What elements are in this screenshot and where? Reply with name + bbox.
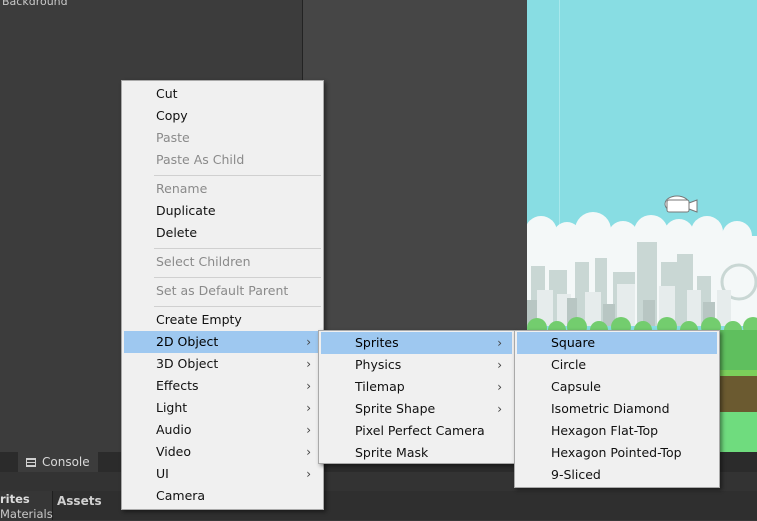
menu-item-sprite-mask[interactable]: Sprite Mask [321,442,512,464]
menu-item-label: 2D Object [156,334,219,349]
menu-item-circle[interactable]: Circle [517,354,717,376]
menu-item-label: Audio [156,422,192,437]
menu-item-label: Pixel Perfect Camera [355,423,485,438]
menu-separator [154,248,321,249]
menu-item-label: Cut [156,86,178,101]
menu-item-rename[interactable]: Rename [124,178,321,200]
menu-item-sprite-shape[interactable]: Sprite Shape › [321,398,512,420]
menu-item-label: Sprite Shape [355,401,436,416]
menu-item-label: Delete [156,225,198,240]
chevron-right-icon: › [306,445,311,459]
menu-item-label: Effects [156,378,199,393]
menu-separator [154,175,321,176]
submenu-2d-object: Sprites › Physics › Tilemap › Sprite Shape ›… [318,330,515,464]
hierarchy-context-menu: Cut Copy Paste Paste As Child Rename Dup… [121,80,324,510]
hierarchy-item-background[interactable]: Background [0,0,68,5]
chevron-right-icon: › [306,423,311,437]
menu-item-duplicate[interactable]: Duplicate [124,200,321,222]
menu-item-9-sliced[interactable]: 9-Sliced [517,464,717,486]
menu-item-video[interactable]: Video › [124,441,321,463]
chevron-right-icon: › [306,379,311,393]
menu-item-label: Rename [156,181,208,196]
menu-item-label: Create Empty [156,312,242,327]
menu-item-set-default-parent[interactable]: Set as Default Parent [124,280,321,302]
menu-item-copy[interactable]: Copy [124,105,321,127]
menu-item-label: Hexagon Flat-Top [551,423,659,438]
menu-item-3d-object[interactable]: 3D Object › [124,353,321,375]
menu-item-select-children[interactable]: Select Children [124,251,321,273]
menu-item-label: Select Children [156,254,251,269]
menu-item-paste[interactable]: Paste [124,127,321,149]
breadcrumb-assets[interactable]: Assets [57,494,102,508]
chevron-right-icon: › [497,402,502,416]
menu-item-label: Set as Default Parent [156,283,289,298]
menu-item-hexagon-flat-top[interactable]: Hexagon Flat-Top [517,420,717,442]
menu-item-tilemap[interactable]: Tilemap › [321,376,512,398]
menu-item-label: Sprite Mask [355,445,429,460]
menu-item-audio[interactable]: Audio › [124,419,321,441]
menu-item-cut[interactable]: Cut [124,83,321,105]
tab-console[interactable]: Console [18,452,98,472]
chevron-right-icon: › [306,357,311,371]
menu-separator [154,277,321,278]
menu-item-label: Square [551,335,596,350]
menu-item-effects[interactable]: Effects › [124,375,321,397]
chevron-right-icon: › [306,467,311,481]
console-tab-label: Console [42,455,90,469]
menu-item-label: 9-Sliced [551,467,601,482]
menu-item-2d-object[interactable]: 2D Object › [124,331,321,353]
menu-item-label: Camera [156,488,206,503]
console-icon [26,457,36,467]
menu-item-label: Circle [551,357,587,372]
menu-item-label: Capsule [551,379,601,394]
menu-item-label: UI [156,466,169,481]
menu-item-label: Physics [355,357,402,372]
menu-item-paste-as-child[interactable]: Paste As Child [124,149,321,171]
chevron-right-icon: › [497,358,502,372]
project-folder-tree: rites Materials [0,491,53,521]
folder-materials[interactable]: Materials [0,507,53,521]
menu-item-pixel-perfect-camera[interactable]: Pixel Perfect Camera [321,420,512,442]
menu-item-label: Tilemap [355,379,405,394]
menu-item-isometric-diamond[interactable]: Isometric Diamond [517,398,717,420]
menu-item-label: Copy [156,108,188,123]
chevron-right-icon: › [306,401,311,415]
menu-item-ui[interactable]: UI › [124,463,321,485]
menu-item-capsule[interactable]: Capsule [517,376,717,398]
chevron-right-icon: › [497,380,502,394]
menu-item-label: Hexagon Pointed-Top [551,445,682,460]
chevron-right-icon: › [497,336,502,350]
menu-item-label: Duplicate [156,203,216,218]
menu-item-square[interactable]: Square [517,332,717,354]
menu-item-label: Paste As Child [156,152,245,167]
menu-item-label: 3D Object [156,356,219,371]
menu-item-create-empty[interactable]: Create Empty [124,309,321,331]
submenu-sprites: Square Circle Capsule Isometric Diamond … [514,330,720,488]
menu-item-label: Paste [156,130,190,145]
menu-separator [154,306,321,307]
menu-item-label: Video [156,444,192,459]
menu-item-label: Light [156,400,188,415]
folder-sprites[interactable]: rites [0,492,30,506]
menu-item-label: Sprites [355,335,399,350]
menu-item-camera[interactable]: Camera [124,485,321,507]
project-content [0,491,757,520]
menu-item-label: Isometric Diamond [551,401,670,416]
chevron-right-icon: › [306,335,311,349]
menu-item-delete[interactable]: Delete [124,222,321,244]
menu-item-physics[interactable]: Physics › [321,354,512,376]
camera-gizmo-icon [664,195,698,213]
menu-item-light[interactable]: Light › [124,397,321,419]
menu-item-hexagon-pointed-top[interactable]: Hexagon Pointed-Top [517,442,717,464]
menu-item-sprites[interactable]: Sprites › [321,332,512,354]
